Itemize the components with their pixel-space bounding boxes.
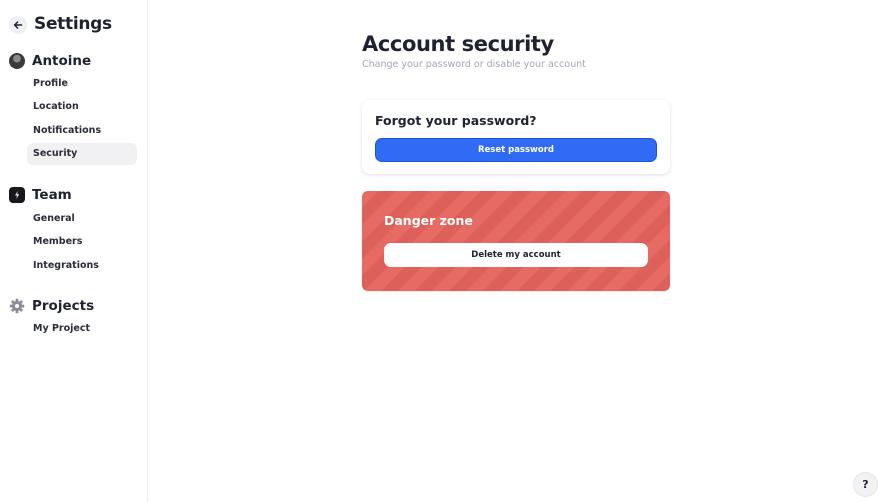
password-card: Forgot your password? Reset password	[362, 100, 670, 174]
arrow-left-icon	[13, 21, 23, 29]
sidebar-item-profile[interactable]: Profile	[27, 73, 137, 95]
sidebar-item-notifications[interactable]: Notifications	[27, 120, 137, 142]
section-projects[interactable]: Projects	[9, 298, 94, 314]
page-title: Account security	[362, 32, 554, 56]
section-projects-label: Projects	[32, 298, 95, 314]
danger-zone-title: Danger zone	[384, 213, 473, 228]
sidebar-item-members[interactable]: Members	[27, 231, 137, 253]
section-user[interactable]: Antoine	[9, 53, 91, 69]
reset-password-button[interactable]: Reset password	[375, 138, 657, 162]
sidebar-title: Settings	[34, 14, 112, 34]
sidebar-item-security[interactable]: Security	[27, 143, 137, 165]
main-content: Account security Change your password or…	[148, 0, 885, 502]
settings-sidebar: Settings Antoine Profile Location Notifi…	[0, 0, 148, 502]
password-card-title: Forgot your password?	[375, 113, 537, 128]
back-button[interactable]	[9, 16, 27, 34]
gear-icon	[9, 298, 25, 314]
avatar	[9, 53, 25, 69]
sidebar-item-general[interactable]: General	[27, 208, 137, 230]
page-subtitle: Change your password or disable your acc…	[362, 59, 586, 70]
section-team-label: Team	[32, 187, 72, 203]
team-logo-icon	[9, 187, 25, 203]
sidebar-item-integrations[interactable]: Integrations	[27, 255, 137, 277]
delete-account-button[interactable]: Delete my account	[384, 243, 648, 267]
help-button[interactable]: ?	[853, 472, 878, 497]
section-team[interactable]: Team	[9, 187, 72, 203]
sidebar-item-my-project[interactable]: My Project	[27, 318, 137, 340]
sidebar-item-location[interactable]: Location	[27, 96, 137, 118]
section-user-label: Antoine	[32, 53, 92, 69]
danger-zone-card: Danger zone Delete my account	[362, 191, 670, 291]
